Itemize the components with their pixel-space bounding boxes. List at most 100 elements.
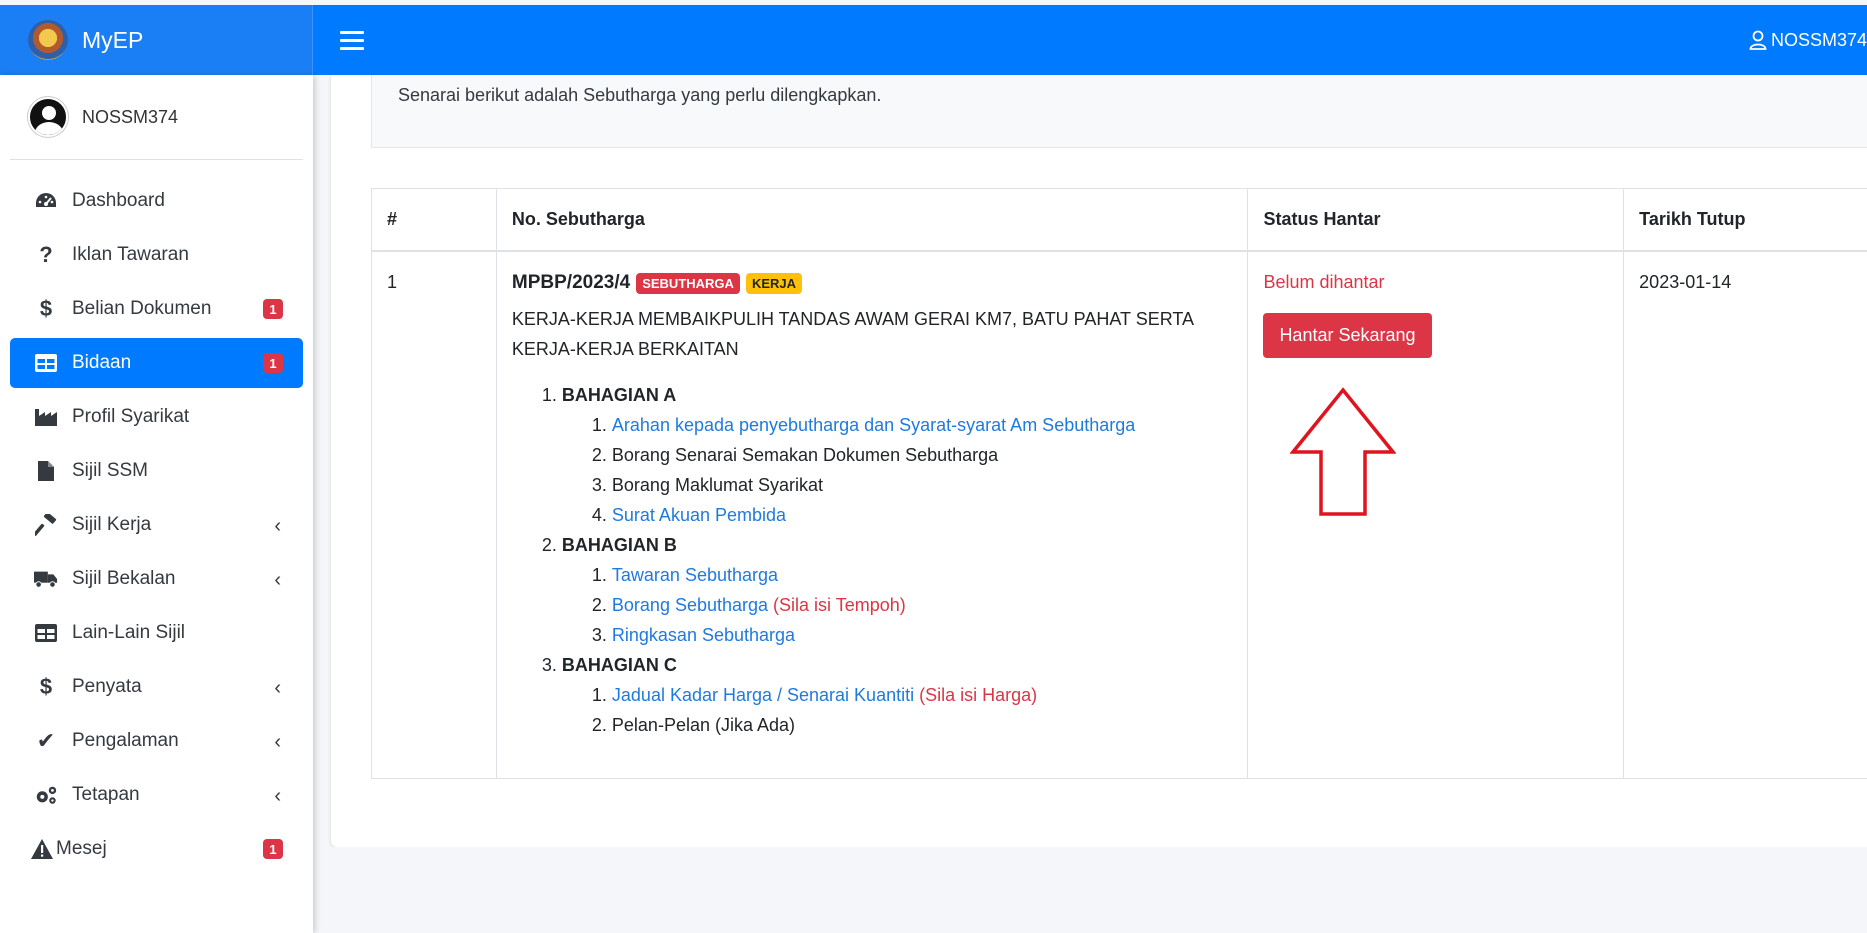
list-item: Ringkasan Sebutharga bbox=[612, 620, 1233, 650]
sidebar-item-mesej[interactable]: Mesej 1 bbox=[10, 824, 303, 874]
column-header-status-hantar: Status Hantar bbox=[1247, 188, 1625, 252]
industry-icon bbox=[34, 405, 58, 429]
check-icon: ✔ bbox=[36, 728, 56, 753]
content-card: Senarai berikut adalah Sebutharga yang p… bbox=[331, 75, 1867, 847]
dollar-icon: $ bbox=[39, 296, 53, 321]
table-icon bbox=[34, 351, 58, 375]
brand-link[interactable]: MyEP bbox=[0, 5, 313, 75]
status-badge: Belum dihantar bbox=[1263, 272, 1385, 292]
gears-icon bbox=[34, 783, 58, 807]
main-content: Senarai berikut adalah Sebutharga yang p… bbox=[313, 75, 1867, 933]
link-tawaran-sebutharga[interactable]: Tawaran Sebutharga bbox=[612, 565, 778, 585]
list-item: Pelan-Pelan (Jika Ada) bbox=[612, 710, 1233, 740]
note-sila-isi-harga: (Sila isi Harga) bbox=[919, 685, 1038, 705]
sidebar-item-tetapan[interactable]: Tetapan ‹ bbox=[10, 770, 303, 820]
column-header-index: # bbox=[371, 188, 497, 252]
hamburger-menu-icon[interactable] bbox=[340, 25, 364, 55]
user-icon bbox=[1749, 30, 1767, 50]
intro-text: Senarai berikut adalah Sebutharga yang p… bbox=[398, 85, 882, 105]
table-row: 1 MPBP/2023/4 SEBUTHARGA KERJA KERJA-KER… bbox=[371, 250, 1867, 779]
sidebar-item-sijil-kerja[interactable]: Sijil Kerja ‹ bbox=[10, 500, 303, 550]
section-c: BAHAGIAN C Jadual Kadar Harga / Senarai … bbox=[562, 650, 1233, 740]
sidebar-item-bidaan[interactable]: Bidaan 1 bbox=[10, 338, 303, 388]
row-close-date: 2023-01-14 bbox=[1623, 250, 1867, 779]
sidebar-item-label: Belian Dokumen bbox=[72, 298, 212, 319]
row-sebutharga-details: MPBP/2023/4 SEBUTHARGA KERJA KERJA-KERJA… bbox=[495, 250, 1249, 779]
list-item: Borang Senarai Semakan Dokumen Sebutharg… bbox=[612, 440, 1233, 470]
link-surat-akuan-pembida[interactable]: Surat Akuan Pembida bbox=[612, 505, 786, 525]
section-title: BAHAGIAN A bbox=[561, 385, 677, 405]
sebutharga-table: # No. Sebutharga Status Hantar Tarikh Tu… bbox=[371, 188, 1867, 779]
hammer-icon bbox=[34, 513, 58, 537]
annotation-arrow-icon bbox=[1289, 387, 1397, 522]
list-item: Surat Akuan Pembida bbox=[612, 500, 1233, 530]
sidebar-item-iklan-tawaran[interactable]: ? Iklan Tawaran bbox=[10, 230, 303, 280]
sidebar-item-label: Pengalaman bbox=[72, 730, 179, 751]
sidebar-item-penyata[interactable]: $ Penyata ‹ bbox=[10, 662, 303, 712]
sidebar-item-profil-syarikat[interactable]: Profil Syarikat bbox=[10, 392, 303, 442]
sidebar-item-label: Penyata bbox=[72, 676, 142, 697]
file-icon bbox=[34, 459, 58, 483]
document-sections: BAHAGIAN A Arahan kepada penyebutharga d… bbox=[512, 380, 1233, 740]
list-item: Arahan kepada penyebutharga dan Syarat-s… bbox=[612, 410, 1233, 440]
sidebar-item-label: Profil Syarikat bbox=[72, 406, 190, 427]
page-background-footer bbox=[331, 847, 1867, 933]
chevron-left-icon: ‹ bbox=[274, 731, 281, 753]
section-b: BAHAGIAN B Tawaran Sebutharga Borang Seb… bbox=[562, 530, 1233, 650]
chevron-left-icon: ‹ bbox=[274, 785, 281, 807]
sidebar-item-sijil-ssm[interactable]: Sijil SSM bbox=[10, 446, 303, 496]
chevron-left-icon: ‹ bbox=[274, 677, 281, 699]
intro-callout: Senarai berikut adalah Sebutharga yang p… bbox=[371, 75, 1867, 148]
list-item: Jadual Kadar Harga / Senarai Kuantiti (S… bbox=[612, 680, 1233, 710]
section-b-items: Tawaran Sebutharga Borang Sebutharga (Si… bbox=[562, 560, 1233, 650]
warning-icon bbox=[30, 837, 54, 861]
sidebar-item-dashboard[interactable]: Dashboard bbox=[10, 176, 303, 226]
sidebar-item-lain-lain-sijil[interactable]: Lain-Lain Sijil bbox=[10, 608, 303, 658]
user-menu[interactable]: NOSSM374 bbox=[1749, 5, 1867, 75]
list-item: Tawaran Sebutharga bbox=[612, 560, 1233, 590]
sidebar-item-label: Sijil Bekalan bbox=[72, 568, 176, 589]
sidebar-user-name: NOSSM374 bbox=[82, 106, 179, 127]
link-jadual-kadar-harga[interactable]: Jadual Kadar Harga / Senarai Kuantiti bbox=[612, 685, 914, 705]
sidebar-item-belian-dokumen[interactable]: $ Belian Dokumen 1 bbox=[10, 284, 303, 334]
table-header-row: # No. Sebutharga Status Hantar Tarikh Tu… bbox=[371, 188, 1867, 252]
brand-name: MyEP bbox=[82, 26, 144, 53]
table-icon bbox=[34, 621, 58, 645]
sebutharga-description: KERJA-KERJA MEMBAIKPULIH TANDAS AWAM GER… bbox=[511, 309, 1194, 359]
dollar-icon: $ bbox=[39, 674, 53, 699]
sidebar-item-label: Tetapan bbox=[72, 784, 140, 805]
avatar bbox=[28, 97, 68, 137]
column-header-no-sebutharga: No. Sebutharga bbox=[495, 188, 1249, 252]
chevron-left-icon: ‹ bbox=[274, 515, 281, 537]
note-sila-isi-tempoh: (Sila isi Tempoh) bbox=[773, 595, 906, 615]
link-ringkasan-sebutharga[interactable]: Ringkasan Sebutharga bbox=[612, 625, 795, 645]
link-arahan-penyebutharga[interactable]: Arahan kepada penyebutharga dan Syarat-s… bbox=[612, 415, 1135, 435]
item-pelan-pelan: Pelan-Pelan (Jika Ada) bbox=[611, 715, 796, 735]
top-navbar: MyEP NOSSM374 bbox=[0, 5, 1867, 75]
sidebar-item-label: Sijil Kerja bbox=[72, 514, 152, 535]
truck-icon bbox=[34, 567, 58, 591]
hantar-sekarang-button[interactable]: Hantar Sekarang bbox=[1263, 313, 1432, 358]
sebutharga-number: MPBP/2023/4 bbox=[511, 272, 631, 293]
chevron-left-icon: ‹ bbox=[274, 569, 281, 591]
sidebar-item-label: Sijil SSM bbox=[72, 460, 149, 481]
tag-kerja-badge: KERJA bbox=[745, 272, 803, 294]
question-icon: ? bbox=[39, 242, 53, 267]
sidebar-item-label: Mesej bbox=[56, 838, 107, 859]
section-a-items: Arahan kepada penyebutharga dan Syarat-s… bbox=[562, 410, 1233, 530]
sidebar-item-sijil-bekalan[interactable]: Sijil Bekalan ‹ bbox=[10, 554, 303, 604]
sidebar-item-label: Bidaan bbox=[72, 352, 132, 373]
section-title: BAHAGIAN B bbox=[561, 535, 677, 555]
sidebar-item-pengalaman[interactable]: ✔ Pengalaman ‹ bbox=[10, 716, 303, 766]
notification-badge: 1 bbox=[263, 839, 283, 859]
sidebar-nav: Dashboard ? Iklan Tawaran $ Belian Dokum… bbox=[0, 176, 313, 874]
section-c-items: Jadual Kadar Harga / Senarai Kuantiti (S… bbox=[562, 680, 1233, 740]
notification-badge: 1 bbox=[263, 299, 283, 319]
link-borang-sebutharga[interactable]: Borang Sebutharga bbox=[612, 595, 768, 615]
user-panel[interactable]: NOSSM374 bbox=[10, 75, 303, 160]
sidebar-item-label: Dashboard bbox=[72, 190, 165, 211]
sidebar-item-label: Lain-Lain Sijil bbox=[72, 622, 186, 643]
column-header-tarikh-tutup: Tarikh Tutup bbox=[1623, 188, 1867, 252]
item-borang-senarai-semakan: Borang Senarai Semakan Dokumen Sebutharg… bbox=[611, 445, 999, 465]
row-index: 1 bbox=[371, 250, 497, 779]
